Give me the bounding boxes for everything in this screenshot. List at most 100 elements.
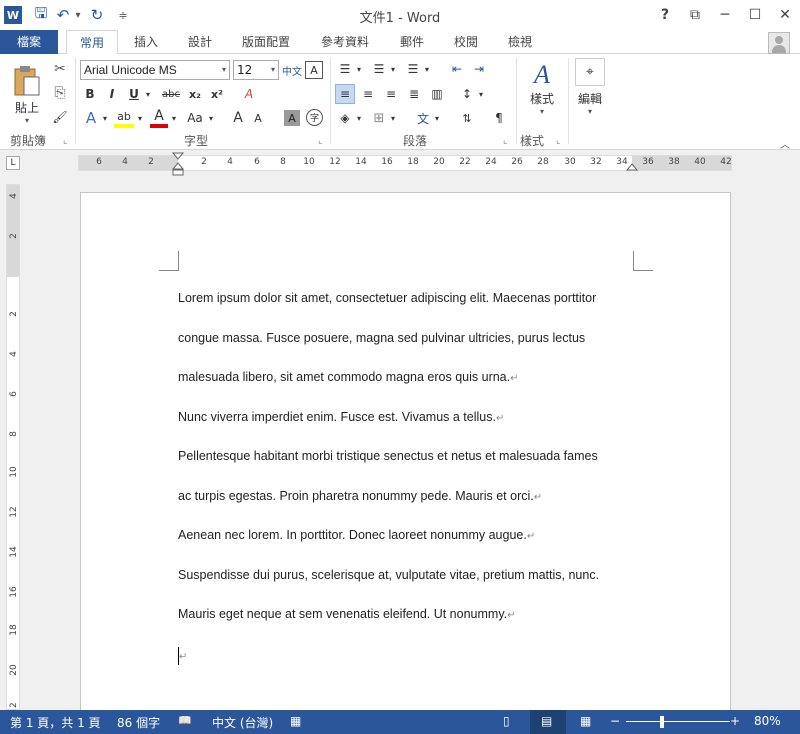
numbering-icon[interactable]: ☰ <box>370 60 388 78</box>
language-indicator[interactable]: 中文 (台灣) <box>212 714 273 731</box>
underline-button[interactable]: U <box>126 85 142 103</box>
clear-formatting-button[interactable]: A <box>240 85 258 103</box>
line-spacing-dropdown-icon[interactable]: ▾ <box>477 84 485 104</box>
change-case-dropdown-icon[interactable]: ▾ <box>206 108 216 128</box>
right-indent-marker[interactable] <box>626 163 638 171</box>
proofing-icon[interactable]: 📖 <box>178 714 192 727</box>
tab-layout[interactable]: 版面配置 <box>234 30 298 54</box>
paragraph-dialog-launcher-icon[interactable]: ⌞ <box>503 136 507 146</box>
bullets-dropdown-icon[interactable]: ▾ <box>355 60 363 78</box>
increase-indent-icon[interactable]: ⇥ <box>470 60 488 78</box>
multilevel-list-dropdown-icon[interactable]: ▾ <box>423 60 431 78</box>
borders-dropdown-icon[interactable]: ▾ <box>389 108 397 128</box>
sort-icon[interactable]: ⇅ <box>458 108 476 128</box>
shading-icon[interactable]: ◈ <box>336 108 354 128</box>
zoom-slider-track[interactable] <box>626 721 730 722</box>
web-layout-icon[interactable]: ▦ <box>580 714 591 728</box>
tab-file[interactable]: 檔案 <box>0 30 58 54</box>
font-name-combobox[interactable]: Arial Unicode MS ▾ <box>80 60 230 80</box>
text-line: Suspendisse dui purus, scelerisque at, v… <box>178 567 600 582</box>
ruler-label: 6 <box>96 157 102 167</box>
zoom-level[interactable]: 80% <box>754 714 781 728</box>
page-count[interactable]: 第 1 頁，共 1 頁 <box>10 714 101 731</box>
tab-mailings[interactable]: 郵件 <box>392 30 432 54</box>
character-shading-button[interactable]: A <box>284 110 300 126</box>
copy-icon[interactable]: ⎘ <box>50 84 70 102</box>
tab-home[interactable]: 常用 <box>66 30 118 55</box>
align-left-icon[interactable]: ≡ <box>335 84 355 104</box>
tab-review[interactable]: 校閱 <box>446 30 486 54</box>
minimize-button[interactable]: ─ <box>710 0 740 30</box>
tab-insert[interactable]: 插入 <box>124 30 168 54</box>
document-body[interactable]: Lorem ipsum dolor sit amet, consectetuer… <box>178 291 638 686</box>
distributed-icon[interactable]: ▥ <box>427 84 447 104</box>
shading-dropdown-icon[interactable]: ▾ <box>355 108 363 128</box>
show-marks-icon[interactable]: ¶ <box>490 108 508 128</box>
first-line-indent-marker[interactable] <box>172 152 184 176</box>
highlight-button[interactable]: ab <box>114 108 134 128</box>
ribbon-display-options-icon[interactable]: ⧉ <box>680 0 710 30</box>
multilevel-list-icon[interactable]: ☰ <box>404 60 422 78</box>
change-case-button[interactable]: Aa <box>184 108 206 128</box>
borders-icon[interactable]: ⊞ <box>370 108 388 128</box>
tab-selector[interactable]: L <box>6 156 20 170</box>
enclose-characters-button[interactable]: 字 <box>306 109 323 126</box>
ruler-label: 14 <box>9 546 19 558</box>
format-painter-icon[interactable]: 🖌 <box>50 108 70 126</box>
ribbon-home: 貼上 ▾ ✂ ⎘ 🖌 剪貼簿 ⌞ Arial Unicode MS ▾ 12 ▾… <box>0 54 800 151</box>
tab-view[interactable]: 檢視 <box>500 30 540 54</box>
asian-layout-dropdown-icon[interactable]: ▾ <box>433 108 441 128</box>
vertical-ruler[interactable]: 4 2 2 4 6 8 10 12 14 16 18 20 22 <box>6 184 20 710</box>
cut-icon[interactable]: ✂ <box>50 60 70 78</box>
align-center-icon[interactable]: ≡ <box>358 84 378 104</box>
zoom-in-button[interactable]: + <box>730 714 740 728</box>
document-page[interactable]: Lorem ipsum dolor sit amet, consectetuer… <box>80 192 731 732</box>
line-spacing-icon[interactable]: ↕ <box>458 84 476 104</box>
tab-design[interactable]: 設計 <box>178 30 222 54</box>
grow-font-button[interactable]: A <box>230 108 246 128</box>
clipboard-dialog-launcher-icon[interactable]: ⌞ <box>63 136 67 146</box>
account-avatar[interactable] <box>768 32 790 54</box>
highlight-dropdown-icon[interactable]: ▾ <box>135 108 145 128</box>
text-effects-button[interactable]: A <box>82 108 100 128</box>
decrease-indent-icon[interactable]: ⇤ <box>448 60 466 78</box>
print-layout-icon[interactable]: ▤ <box>541 714 552 728</box>
zoom-slider-thumb[interactable] <box>660 716 664 728</box>
phonetic-guide-button[interactable]: 中文 <box>282 61 302 79</box>
underline-dropdown-icon[interactable]: ▾ <box>143 85 153 103</box>
numbering-dropdown-icon[interactable]: ▾ <box>389 60 397 78</box>
italic-button[interactable]: I <box>104 85 120 103</box>
tab-references[interactable]: 參考資料 <box>312 30 378 54</box>
font-color-button[interactable]: A <box>150 108 168 128</box>
chevron-down-icon: ▾ <box>587 107 592 116</box>
strikethrough-button[interactable]: abc <box>160 85 182 103</box>
macro-recording-icon[interactable]: ▦ <box>290 714 301 728</box>
read-mode-icon[interactable]: ▯ <box>503 714 510 728</box>
text-effects-dropdown-icon[interactable]: ▾ <box>100 108 110 128</box>
bold-button[interactable]: B <box>82 85 98 103</box>
superscript-button[interactable]: x² <box>208 85 226 103</box>
help-button[interactable]: ? <box>650 0 680 30</box>
word-count[interactable]: 86 個字 <box>117 714 160 731</box>
shrink-font-button[interactable]: A <box>250 108 266 128</box>
align-right-icon[interactable]: ≡ <box>381 84 401 104</box>
paste-button[interactable]: 貼上 ▾ <box>8 60 46 130</box>
character-border-button[interactable]: A <box>305 61 323 79</box>
styles-dialog-launcher-icon[interactable]: ⌞ <box>556 136 560 146</box>
bullets-icon[interactable]: ☰ <box>336 60 354 78</box>
styles-button[interactable]: A 樣式 ▾ <box>522 60 562 130</box>
close-button[interactable]: ✕ <box>770 0 800 30</box>
group-divider <box>330 58 331 144</box>
justify-icon[interactable]: ≣ <box>404 84 424 104</box>
horizontal-ruler[interactable]: 6 4 2 2 4 6 8 10 12 14 16 18 20 22 24 26… <box>78 152 732 176</box>
maximize-button[interactable]: ☐ <box>740 0 770 30</box>
editing-button[interactable]: ⌖ 編輯 ▾ <box>572 58 608 128</box>
collapse-ribbon-icon[interactable]: ︿ <box>780 136 790 151</box>
font-group-label: 字型 <box>184 134 209 148</box>
font-color-dropdown-icon[interactable]: ▾ <box>169 108 179 128</box>
subscript-button[interactable]: x₂ <box>186 85 204 103</box>
font-size-combobox[interactable]: 12 ▾ <box>233 60 279 80</box>
zoom-out-button[interactable]: − <box>610 714 620 728</box>
font-dialog-launcher-icon[interactable]: ⌞ <box>318 136 322 146</box>
asian-layout-icon[interactable]: 文 <box>414 108 432 128</box>
